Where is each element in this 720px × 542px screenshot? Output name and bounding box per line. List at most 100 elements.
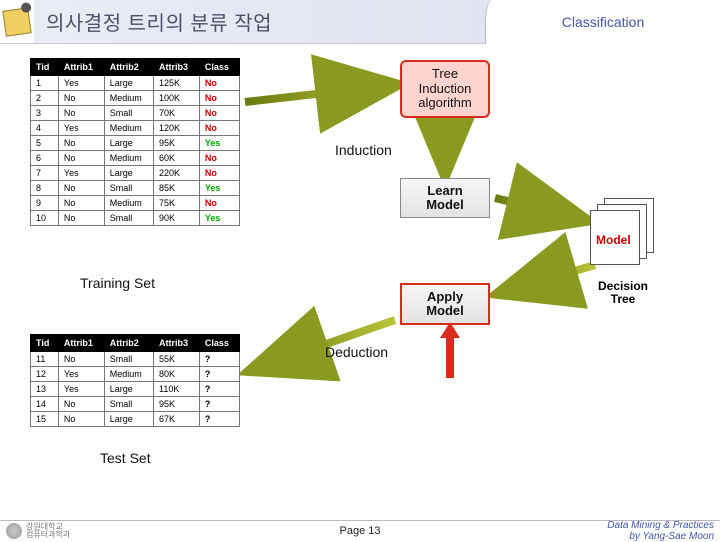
table-cell: No: [58, 181, 104, 196]
table-cell: No: [199, 196, 239, 211]
table-cell: Yes: [199, 211, 239, 226]
table-cell: Medium: [104, 151, 153, 166]
table-cell: ?: [199, 382, 239, 397]
table-cell: Large: [104, 76, 153, 91]
table-cell: No: [199, 121, 239, 136]
table-cell: 55K: [154, 352, 200, 367]
algo-line2: Induction: [402, 82, 488, 97]
table-cell: Small: [104, 397, 153, 412]
table-cell: 12: [31, 367, 59, 382]
deduction-label: Deduction: [325, 344, 388, 360]
table-cell: 10: [31, 211, 59, 226]
table-cell: 85K: [154, 181, 200, 196]
table-row: 9NoMedium75KNo: [31, 196, 240, 211]
header-icon: [2, 7, 31, 36]
table-cell: 13: [31, 382, 59, 397]
table-cell: Medium: [104, 121, 153, 136]
table-cell: 220K: [154, 166, 200, 181]
apply-model-box: Apply Model: [400, 283, 490, 325]
table-cell: 15: [31, 412, 59, 427]
learn-line2: Model: [401, 198, 489, 212]
learn-model-box: Learn Model: [400, 178, 490, 218]
table-header-cell: Class: [199, 335, 239, 352]
table-cell: No: [58, 91, 104, 106]
table-cell: Yes: [58, 382, 104, 397]
table-header-cell: Attrib2: [104, 59, 153, 76]
table-cell: 8: [31, 181, 59, 196]
table-cell: Yes: [58, 166, 104, 181]
table-header-cell: Tid: [31, 335, 59, 352]
table-row: 3NoSmall70KNo: [31, 106, 240, 121]
table-cell: 4: [31, 121, 59, 136]
table-cell: No: [199, 151, 239, 166]
table-cell: No: [199, 76, 239, 91]
test-set-table: TidAttrib1Attrib2Attrib3Class11NoSmall55…: [30, 334, 240, 427]
table-cell: 60K: [154, 151, 200, 166]
table-cell: 67K: [154, 412, 200, 427]
diagram-content: TidAttrib1Attrib2Attrib3Class1YesLarge12…: [0, 50, 720, 520]
table-row: 15NoLarge67K?: [31, 412, 240, 427]
table-cell: Small: [104, 181, 153, 196]
table-cell: 6: [31, 151, 59, 166]
table-cell: Medium: [104, 367, 153, 382]
table-row: 13YesLarge110K?: [31, 382, 240, 397]
table-cell: 2: [31, 91, 59, 106]
table-cell: No: [58, 352, 104, 367]
dtree-line2: Tree: [611, 292, 636, 306]
table-header-cell: Attrib1: [58, 59, 104, 76]
table-cell: No: [58, 211, 104, 226]
table-header-cell: Attrib3: [154, 59, 200, 76]
table-row: 12YesMedium80K?: [31, 367, 240, 382]
table-header-cell: Tid: [31, 59, 59, 76]
table-cell: No: [58, 397, 104, 412]
table-cell: No: [199, 91, 239, 106]
slide-header: 의사결정 트리의 분류 작업 Classification: [0, 0, 720, 44]
table-cell: 95K: [154, 136, 200, 151]
training-set-table: TidAttrib1Attrib2Attrib3Class1YesLarge12…: [30, 58, 240, 226]
learn-line1: Learn: [401, 184, 489, 198]
decision-tree-label: Decision Tree: [598, 280, 648, 306]
apply-line2: Model: [402, 304, 488, 318]
table-cell: Large: [104, 166, 153, 181]
table-cell: ?: [199, 367, 239, 382]
table-cell: Medium: [104, 91, 153, 106]
table-cell: 3: [31, 106, 59, 121]
table-cell: No: [199, 166, 239, 181]
table-cell: Yes: [199, 181, 239, 196]
table-cell: Yes: [199, 136, 239, 151]
table-cell: Yes: [58, 121, 104, 136]
table-cell: No: [58, 412, 104, 427]
table-row: 2NoMedium100KNo: [31, 91, 240, 106]
table-cell: No: [199, 106, 239, 121]
institution-text: 강원대학교 컴퓨터과학과: [26, 523, 70, 539]
inst-line2: 컴퓨터과학과: [26, 530, 70, 539]
table-cell: Small: [104, 211, 153, 226]
induction-label: Induction: [335, 142, 392, 158]
table-cell: 7: [31, 166, 59, 181]
table-header-cell: Attrib3: [154, 335, 200, 352]
table-cell: Large: [104, 412, 153, 427]
university-seal-icon: [6, 523, 22, 539]
table-row: 10NoSmall90KYes: [31, 211, 240, 226]
table-cell: 9: [31, 196, 59, 211]
algo-line3: algorithm: [402, 96, 488, 111]
table-cell: Small: [104, 352, 153, 367]
table-cell: 95K: [154, 397, 200, 412]
table-cell: Yes: [58, 76, 104, 91]
table-cell: 90K: [154, 211, 200, 226]
table-cell: Large: [104, 382, 153, 397]
page-number: Page 13: [340, 525, 381, 537]
table-header-cell: Class: [199, 59, 239, 76]
table-cell: 110K: [154, 382, 200, 397]
table-header-cell: Attrib1: [58, 335, 104, 352]
table-cell: 125K: [154, 76, 200, 91]
training-set-label: Training Set: [80, 275, 155, 291]
table-cell: 1: [31, 76, 59, 91]
model-stack: Model: [590, 198, 665, 278]
table-cell: No: [58, 196, 104, 211]
table-cell: ?: [199, 412, 239, 427]
table-row: 5NoLarge95KYes: [31, 136, 240, 151]
tree-induction-algorithm-box: Tree Induction algorithm: [400, 60, 490, 118]
table-cell: ?: [199, 397, 239, 412]
table-row: 14NoSmall95K?: [31, 397, 240, 412]
